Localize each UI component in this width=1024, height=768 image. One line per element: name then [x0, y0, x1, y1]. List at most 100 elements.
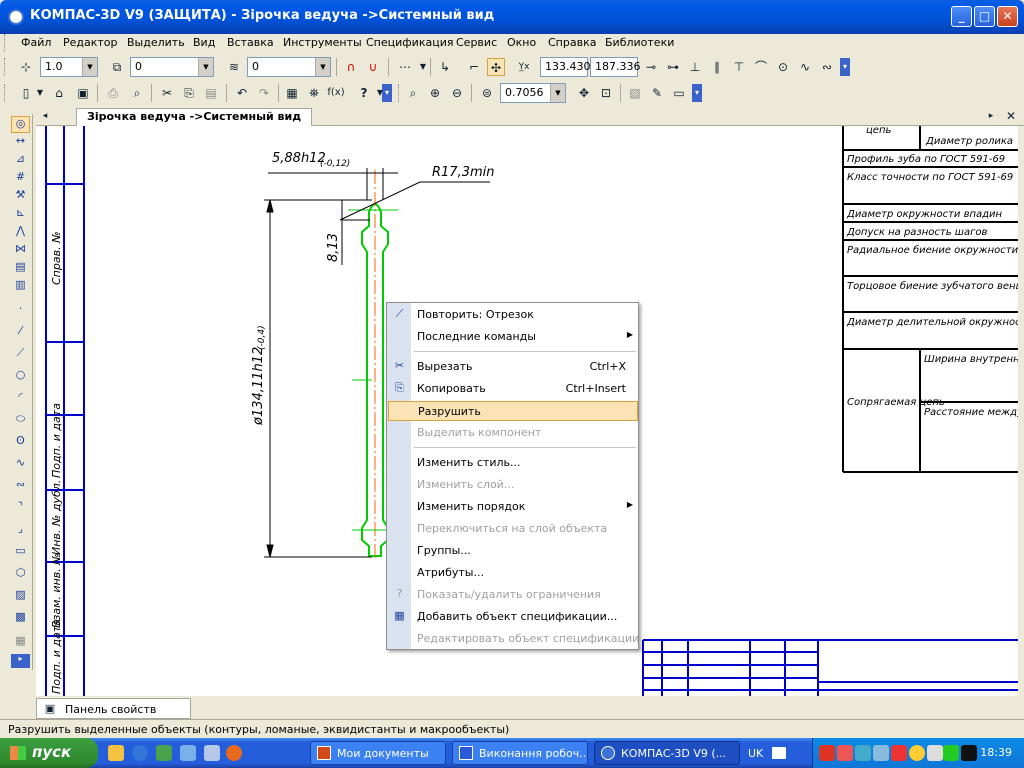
select-icon[interactable]: ⋀ — [11, 224, 30, 241]
snap-mid-icon[interactable]: ⊶ — [664, 58, 682, 76]
task-my-documents[interactable]: Мои документы — [310, 741, 446, 765]
internet-explorer-icon[interactable] — [132, 745, 148, 761]
cut-icon[interactable]: ✂ — [158, 84, 176, 102]
chevron-down-icon[interactable]: ▼ — [315, 58, 330, 76]
layer-combo[interactable]: 0 ▼ — [130, 57, 214, 77]
snap-point-icon[interactable]: ⊸ — [642, 58, 660, 76]
point-icon[interactable]: · — [11, 302, 30, 319]
zoom-window-icon[interactable]: ⌕ — [404, 84, 422, 102]
menu-item-change-order[interactable]: Изменить порядок ▶ — [388, 497, 638, 517]
start-button[interactable]: пуск — [0, 738, 98, 768]
grid-icon[interactable]: ⋯ — [396, 58, 414, 76]
menu-service[interactable]: Сервис — [456, 36, 497, 49]
chevron-down-icon[interactable]: ▼ — [31, 84, 49, 102]
tab-document[interactable]: Зірочка ведуча ->Системный вид — [76, 108, 313, 126]
volume-icon[interactable] — [927, 745, 943, 761]
minimize-button[interactable]: _ — [951, 6, 972, 27]
paste-icon[interactable]: ▤ — [202, 84, 220, 102]
geometry-icon[interactable]: ◎ — [11, 116, 30, 133]
toolbar-options-icon[interactable]: ▾ — [382, 84, 392, 102]
toolbar-grip[interactable] — [398, 84, 401, 102]
menu-view[interactable]: Вид — [193, 36, 215, 49]
menu-file[interactable]: Файл — [21, 36, 51, 49]
menu-item-edit-spec[interactable]: Редактировать объект спецификации — [388, 629, 639, 649]
line-scale-combo[interactable]: 1.0 ▼ — [40, 57, 98, 77]
tray-display-icon[interactable] — [961, 745, 977, 761]
line-scale-icon[interactable]: ⊹ — [17, 58, 35, 76]
task-word-document[interactable]: Виконання робоч... — [452, 741, 588, 765]
toolbar-grip[interactable] — [4, 84, 7, 102]
panel-options-icon[interactable]: ▸ — [11, 654, 30, 668]
magnet-off-icon[interactable]: ∪ — [364, 58, 382, 76]
report-icon[interactable]: ▥ — [11, 278, 30, 295]
style-icon[interactable]: ≋ — [225, 58, 243, 76]
task-kompas[interactable]: КОМПАС-3D V9 (... — [594, 741, 740, 765]
render-icon[interactable]: ✎ — [648, 84, 666, 102]
menu-item-switch-layer[interactable]: Переключиться на слой объекта — [388, 519, 638, 539]
ellipse-icon[interactable]: ⬭ — [11, 412, 30, 429]
menu-specification[interactable]: Спецификация — [366, 36, 453, 49]
menu-item-constraints[interactable]: ? Показать/удалить ограничения — [388, 585, 638, 605]
arc-icon[interactable]: ◜ — [11, 390, 30, 407]
tray-security-icon[interactable] — [873, 745, 889, 761]
menu-help[interactable]: Справка — [548, 36, 596, 49]
snap-spline-icon[interactable]: ∾ — [818, 58, 836, 76]
refresh-icon[interactable]: ▧ — [626, 84, 644, 102]
fillet-icon[interactable]: ⌝ — [11, 500, 30, 517]
zoom-out-icon[interactable]: ⊖ — [448, 84, 466, 102]
parametrization-icon[interactable]: ⚒ — [11, 188, 30, 205]
menu-item-explode[interactable]: Разрушить — [388, 401, 638, 421]
zoom-combo[interactable]: 0.7056 ▼ — [500, 83, 566, 103]
segment-icon[interactable]: ⁄ — [11, 324, 30, 341]
dimensions-icon[interactable]: ↔ — [11, 134, 30, 151]
equidistant-icon[interactable]: ▦ — [11, 634, 30, 651]
menu-libraries[interactable]: Библиотеки — [605, 36, 674, 49]
menu-item-select-component[interactable]: Выделить компонент — [388, 423, 638, 443]
menu-item-change-layer[interactable]: Изменить слой... — [388, 475, 638, 495]
local-cs-icon[interactable]: ↳ — [436, 58, 454, 76]
messenger-icon[interactable] — [204, 745, 220, 761]
menu-item-copy[interactable]: ⎘ Копировать Ctrl+Insert — [388, 379, 638, 399]
contour-icon[interactable]: ▩ — [11, 610, 30, 627]
snap-vertical-icon[interactable]: ⊥ — [686, 58, 704, 76]
toolbar-options-icon[interactable]: ▾ — [692, 84, 702, 102]
function-icon[interactable]: f(x) — [327, 84, 345, 102]
chevron-down-icon[interactable]: ▼ — [198, 58, 213, 76]
tray-alert-icon[interactable] — [891, 745, 907, 761]
tray-update-icon[interactable] — [909, 745, 925, 761]
coord-x-field[interactable]: 133.430 — [540, 57, 591, 77]
snap-center-icon[interactable]: ⊙ — [774, 58, 792, 76]
tray-app-icon[interactable] — [837, 745, 853, 761]
polygon-icon[interactable]: ⬡ — [11, 566, 30, 583]
manager-icon[interactable]: ▦ — [283, 84, 301, 102]
copy-icon[interactable]: ⎘ — [180, 84, 198, 102]
tray-green-icon[interactable] — [943, 745, 959, 761]
snap-parallel-icon[interactable]: ∥ — [708, 58, 726, 76]
snap-curve-icon[interactable]: ∿ — [796, 58, 814, 76]
show-all-icon[interactable]: ⊡ — [597, 84, 615, 102]
print-icon[interactable]: ⎙ — [104, 84, 122, 102]
print-preview-icon[interactable]: ⌕ — [128, 84, 146, 102]
zoom-in-icon[interactable]: ⊕ — [426, 84, 444, 102]
menu-edit[interactable]: Редактор — [63, 36, 118, 49]
snap-icon[interactable]: ✣ — [487, 58, 505, 76]
toolbar-options-icon[interactable]: ▾ — [840, 58, 850, 76]
save-icon[interactable]: ▣ — [74, 84, 92, 102]
snap-tangent-icon[interactable]: ⌒ — [752, 58, 770, 76]
circle-icon[interactable]: ○ — [11, 368, 30, 385]
hatch-icon[interactable]: ▨ — [11, 588, 30, 605]
library-icon[interactable]: ⛯ — [305, 84, 323, 102]
tab-scroll-left-icon[interactable]: ◂ — [36, 107, 54, 125]
menu-window[interactable]: Окно — [507, 36, 536, 49]
menu-tools[interactable]: Инструменты — [283, 36, 362, 49]
rectangle-icon[interactable]: ▭ — [11, 544, 30, 561]
ortho-icon[interactable]: ⌐ — [465, 58, 483, 76]
properties-panel-tab[interactable]: ▣ Панель свойств — [36, 698, 191, 719]
tray-kaspersky-icon[interactable] — [819, 745, 835, 761]
layer-icon[interactable]: ⧉ — [108, 58, 126, 76]
menu-select[interactable]: Выделить — [127, 36, 185, 49]
monitor-icon[interactable]: ▭ — [670, 84, 688, 102]
menu-grip[interactable] — [4, 34, 7, 52]
chevron-down-icon[interactable]: ▼ — [550, 84, 565, 102]
polyline-icon[interactable]: ⟋ — [11, 346, 30, 363]
